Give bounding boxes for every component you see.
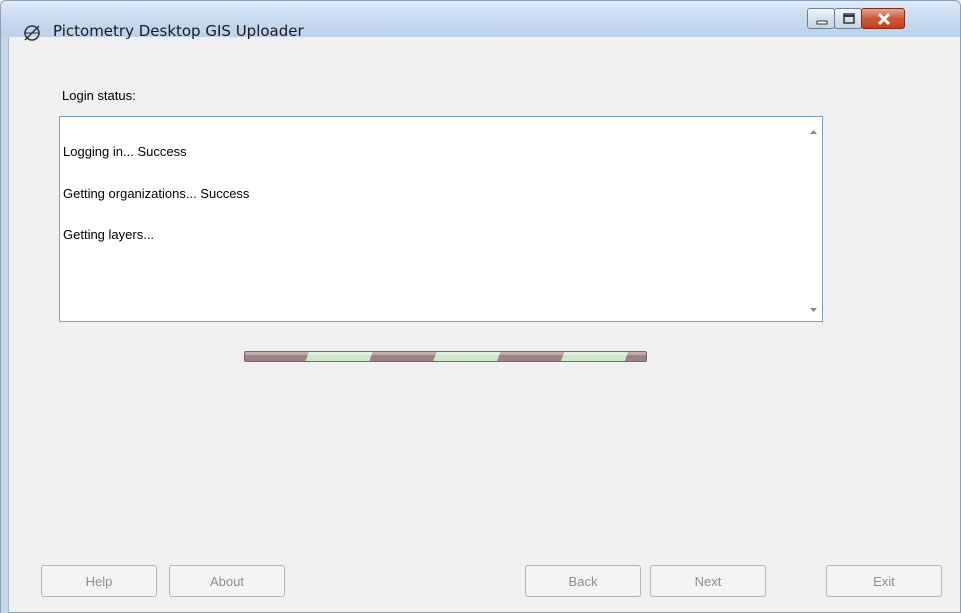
next-button[interactable]: Next <box>650 565 766 597</box>
about-button[interactable]: About <box>169 565 285 597</box>
close-icon <box>877 12 891 26</box>
maximize-icon <box>843 13 855 24</box>
back-button[interactable]: Back <box>525 565 641 597</box>
exit-button[interactable]: Exit <box>826 565 942 597</box>
app-logo-icon <box>22 23 42 43</box>
minimize-button[interactable] <box>807 8 835 29</box>
app-window: Pictometry Desktop GIS Uploader Login st… <box>0 0 961 613</box>
close-button[interactable] <box>861 8 905 29</box>
status-line: Getting layers... <box>63 227 155 242</box>
maximize-button[interactable] <box>834 8 862 29</box>
login-status-textbox[interactable]: Logging in... Success Getting organizati… <box>59 116 823 322</box>
help-button[interactable]: Help <box>41 565 157 597</box>
status-line: Logging in... Success <box>63 144 187 159</box>
login-progress-bar <box>244 351 647 362</box>
window-edge <box>1 37 8 613</box>
scroll-up-arrow-icon[interactable] <box>809 127 818 136</box>
window-edge-line <box>8 37 9 613</box>
status-line: Getting organizations... Success <box>63 186 250 201</box>
login-status-label: Login status: <box>62 88 136 103</box>
vertical-scrollbar[interactable] <box>805 117 822 321</box>
scroll-down-arrow-icon[interactable] <box>809 305 818 314</box>
minimize-icon <box>816 20 828 25</box>
title-bar[interactable]: Pictometry Desktop GIS Uploader <box>1 1 960 41</box>
window-title: Pictometry Desktop GIS Uploader <box>53 22 304 40</box>
